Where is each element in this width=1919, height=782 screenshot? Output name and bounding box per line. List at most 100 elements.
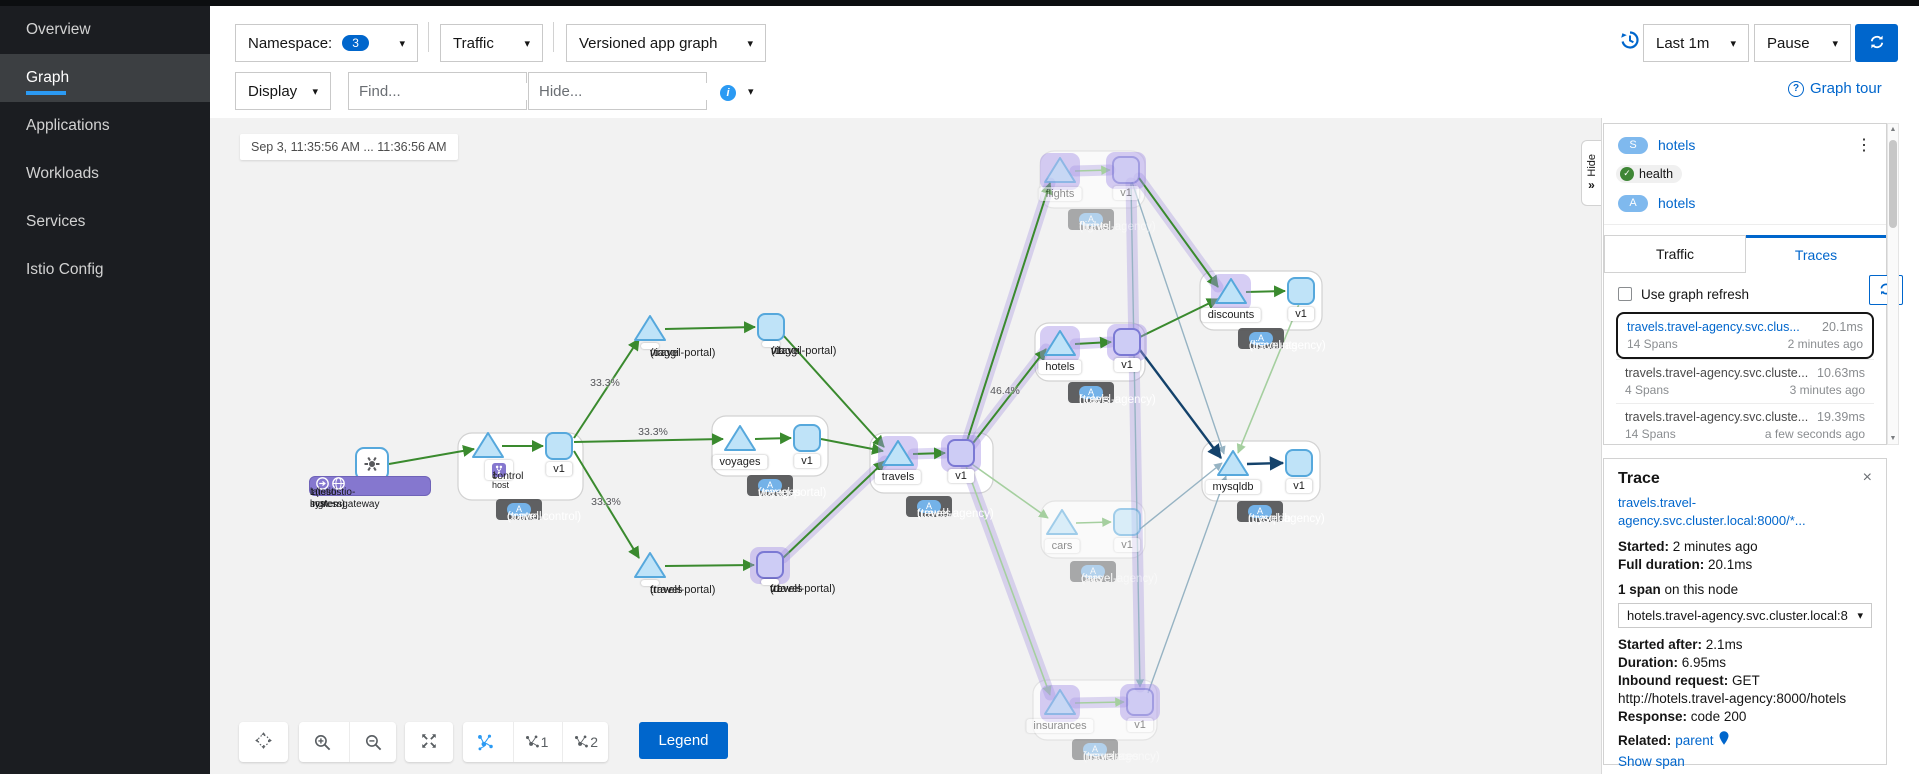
hide-panel-tab[interactable]: Hide » xyxy=(1581,140,1601,206)
travels-app-label[interactable]: Atravels(travel-agency) xyxy=(906,496,952,517)
layout-1-button[interactable]: 1 xyxy=(513,722,559,762)
time-range-dropdown[interactable]: Last 1m ▾ xyxy=(1643,24,1749,62)
flights-v1-label[interactable]: v1 xyxy=(1113,186,1139,200)
graph-node-viaggi-app[interactable] xyxy=(635,316,665,340)
discounts-v1-label[interactable]: v1 xyxy=(1288,307,1314,321)
control-workload-label[interactable]: control1 host xyxy=(485,460,513,480)
sidebar-item-label: Overview xyxy=(26,21,91,38)
graph-node-travels-portal-v1[interactable] xyxy=(757,552,783,578)
find-input-group: ▾ xyxy=(348,72,527,110)
sidebar-item-overview[interactable]: Overview xyxy=(0,6,210,54)
voyages-label[interactable]: voyages xyxy=(713,455,768,469)
legend-button[interactable]: Legend xyxy=(639,722,728,759)
fit-to-screen-button[interactable] xyxy=(405,722,453,762)
insurances-v1-label[interactable]: v1 xyxy=(1127,718,1153,732)
tab-traces[interactable]: Traces xyxy=(1746,235,1886,273)
control-app-label[interactable]: Acontrol(travel-control) xyxy=(496,499,542,520)
viaggi-label[interactable]: viaggi(travel-portal) xyxy=(641,343,659,349)
sidebar-item-workloads[interactable]: Workloads xyxy=(0,150,210,198)
mysqldb-v1-label[interactable]: v1 xyxy=(1286,479,1312,493)
graph-node-discounts-v1[interactable] xyxy=(1288,278,1314,304)
graph-edge xyxy=(574,439,723,442)
graph-node-viaggi-v1[interactable] xyxy=(758,314,784,340)
scroll-down-icon[interactable]: ▼ xyxy=(1888,435,1898,442)
insurances-label[interactable]: insurances xyxy=(1026,719,1093,733)
sidebar-item-services[interactable]: Services xyxy=(0,198,210,246)
travels-portal-label[interactable]: travels(travel-portal) xyxy=(641,580,659,586)
history-clock-icon[interactable] xyxy=(1618,28,1642,57)
graph-type-dropdown[interactable]: Versioned app graph ▾ xyxy=(566,24,766,62)
control-v1-label[interactable]: v1 xyxy=(546,462,572,476)
graph-edge xyxy=(1075,170,1110,171)
flights-app-label[interactable]: Aflights(travel-agency) xyxy=(1068,209,1114,230)
graph-tour-link[interactable]: ? Graph tour xyxy=(1788,80,1882,97)
sidebar-item-label: Workloads xyxy=(26,165,99,182)
flights-label[interactable]: flights xyxy=(1039,187,1082,201)
service-name-link[interactable]: hotels xyxy=(1658,137,1695,153)
trace-list-item[interactable]: travels.travel-agency.svc.clus...20.1ms1… xyxy=(1616,312,1874,359)
graph-node-flights-v1[interactable] xyxy=(1113,157,1139,183)
pause-dropdown[interactable]: Pause ▾ xyxy=(1754,24,1851,62)
span-count-suffix: on this node xyxy=(1661,582,1738,597)
cars-label[interactable]: cars xyxy=(1045,539,1080,553)
discounts-app-label[interactable]: Adiscounts(travel-agency) xyxy=(1238,328,1284,349)
hotels-label[interactable]: hotels xyxy=(1038,360,1081,374)
graph-node-cars-v1[interactable] xyxy=(1114,509,1140,535)
voyages-app-label[interactable]: Avoyages(travel-portal) xyxy=(747,475,793,496)
graph-node-travels-portal-app[interactable] xyxy=(635,553,665,577)
mysqldb-label[interactable]: mysqldb xyxy=(1206,480,1261,494)
related-parent-link[interactable]: parent xyxy=(1675,732,1713,750)
insurances-app-label[interactable]: Ainsurances(travel-agency) xyxy=(1072,739,1118,760)
scrollbar-thumb[interactable] xyxy=(1889,140,1897,228)
node-summary-card: S hotels ⋮ ✓ health A hotels Traffic Tra… xyxy=(1603,123,1887,445)
travels-portal-v1-label[interactable]: travelsv1(travel-portal) xyxy=(761,579,779,585)
viaggi-v1-label[interactable]: viaggiv1(travel-portal) xyxy=(762,341,780,347)
zoom-out-button[interactable] xyxy=(349,722,396,762)
layout-default-button[interactable] xyxy=(463,722,509,762)
graph-node-mysqldb-v1[interactable] xyxy=(1286,450,1312,476)
mysqldb-app-label[interactable]: Amysqldb(travel-agency) xyxy=(1237,501,1283,522)
hide-input[interactable] xyxy=(529,83,748,100)
use-graph-refresh-checkbox[interactable] xyxy=(1618,287,1632,301)
sync-icon xyxy=(1868,33,1886,54)
chevron-down-icon[interactable]: ▾ xyxy=(748,85,763,98)
discounts-label[interactable]: discounts xyxy=(1201,308,1261,322)
refresh-button[interactable] xyxy=(1855,24,1898,62)
trace-list-scrollbar[interactable]: ▲ ▼ xyxy=(1887,123,1899,445)
scroll-up-icon[interactable]: ▲ xyxy=(1888,126,1898,133)
graph-node-travels-agency-v1[interactable] xyxy=(948,440,974,466)
namespace-dropdown[interactable]: Namespace: 3 ▾ xyxy=(235,24,418,62)
sidebar-item-applications[interactable]: Applications xyxy=(0,102,210,150)
graph-node-control-v1[interactable] xyxy=(546,433,572,459)
travels-label[interactable]: travels xyxy=(875,470,921,484)
show-span-link[interactable]: Show span xyxy=(1618,754,1685,769)
layout-2-button[interactable]: 2 xyxy=(562,722,608,762)
graph-node-hotels-v1[interactable] xyxy=(1114,329,1140,355)
travels-v1-label[interactable]: v1 xyxy=(948,469,974,483)
graph-canvas[interactable]: istio-ingressgatewaylatest(istio-system)… xyxy=(210,118,1601,774)
kebab-menu-icon[interactable]: ⋮ xyxy=(1856,135,1872,155)
hotels-v1-label[interactable]: v1 xyxy=(1114,358,1140,372)
trace-list-item[interactable]: travels.travel-agency.svc.cluste...19.39… xyxy=(1616,403,1874,446)
traffic-dropdown[interactable]: Traffic ▾ xyxy=(440,24,543,62)
graph-node-voyages-v1[interactable] xyxy=(794,425,820,451)
graph-node-insurances-v1[interactable] xyxy=(1127,689,1153,715)
zoom-in-button[interactable] xyxy=(299,722,345,762)
cars-v1-label[interactable]: v1 xyxy=(1114,538,1140,552)
cars-app-label[interactable]: Acars(travel-agency) xyxy=(1070,561,1116,582)
trace-url-link[interactable]: travels.travel-agency.svc.cluster.local:… xyxy=(1618,495,1806,528)
tab-traffic[interactable]: Traffic xyxy=(1604,235,1746,273)
sidebar-item-istio-config[interactable]: Istio Config xyxy=(0,246,210,294)
span-node-select[interactable]: hotels.travel-agency.svc.cluster.local:8… xyxy=(1618,603,1872,628)
hotels-app-label[interactable]: Ahotels(travel-agency) xyxy=(1068,382,1114,403)
x-icon[interactable]: × xyxy=(1863,469,1872,487)
trace-duration: 19.39ms xyxy=(1817,410,1865,424)
voyages-v1-label[interactable]: v1 xyxy=(794,454,820,468)
display-dropdown[interactable]: Display ▾ xyxy=(235,72,331,110)
app-name-link[interactable]: hotels xyxy=(1658,195,1695,211)
trace-list-item[interactable]: travels.travel-agency.svc.cluste...10.63… xyxy=(1616,359,1874,403)
info-circle-icon[interactable]: i xyxy=(720,83,736,101)
istio-ingressgateway-label[interactable]: istio-ingressgatewaylatest(istio-system)… xyxy=(309,476,431,496)
sidebar-item-graph[interactable]: Graph xyxy=(0,54,210,102)
pan-button[interactable] xyxy=(239,722,288,762)
